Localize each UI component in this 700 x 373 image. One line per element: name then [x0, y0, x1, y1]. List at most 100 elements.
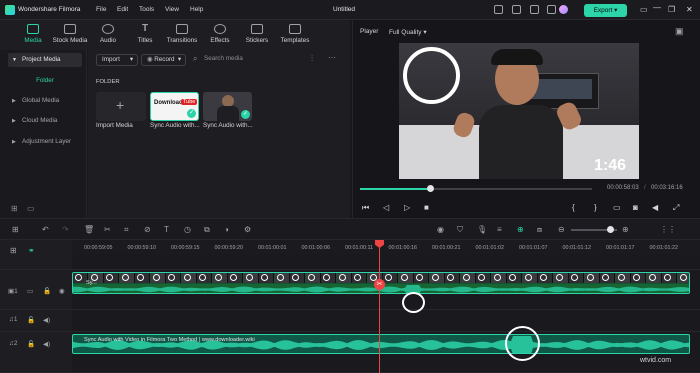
tab-media-label: Media — [24, 37, 42, 44]
media-thumbnail-1[interactable]: Download Tube ✓ — [150, 92, 199, 121]
zoom-slider-handle[interactable] — [607, 226, 614, 233]
snap-icon[interactable]: ⊕ — [517, 225, 524, 234]
filter-icon[interactable]: ⫶ — [311, 54, 313, 64]
tab-transitions[interactable]: Transitions — [161, 24, 203, 44]
menu-view[interactable]: View — [165, 6, 179, 13]
play-icon[interactable]: ▷ — [404, 203, 410, 212]
frame-ring — [478, 274, 485, 281]
record-dropdown[interactable]: ◉ Record ▾ — [141, 54, 186, 66]
text-icon[interactable]: T — [164, 225, 169, 234]
tab-templates[interactable]: Templates — [274, 24, 316, 44]
minimize-icon[interactable]: — — [653, 3, 661, 12]
tab-stickers[interactable]: Stickers — [236, 24, 278, 44]
timeline-header-top — [0, 240, 72, 270]
marker-icon[interactable]: ⛉ — [457, 225, 463, 235]
sidebar-item-cloud-media[interactable]: ▶ Cloud Media — [8, 114, 82, 128]
cloud-save-icon[interactable] — [512, 5, 521, 14]
add-track-icon[interactable]: ⊞ — [10, 246, 17, 255]
auto-ripple-icon[interactable]: ⧈ — [537, 225, 542, 235]
tab-effects[interactable]: Effects — [199, 24, 241, 44]
color-icon[interactable]: ◑ — [224, 225, 229, 234]
folder-icon[interactable]: ▭ — [27, 287, 33, 295]
frame-ring — [617, 274, 625, 281]
scrubber-handle[interactable] — [426, 185, 434, 192]
audio-track-1-number: 1 — [13, 316, 18, 323]
lock-icon[interactable]: 🔓 — [43, 287, 51, 295]
camera-icon[interactable]: ◙ — [633, 203, 638, 212]
previous-frame-icon[interactable]: ⏮ — [362, 203, 369, 213]
sidebar-item-folder[interactable]: Folder — [8, 77, 82, 84]
undo-icon[interactable]: ↶ — [42, 225, 49, 234]
folder-icon[interactable]: ▭ — [27, 204, 35, 213]
frame-ring — [462, 274, 470, 281]
menu-edit[interactable]: Edit — [117, 6, 128, 13]
tab-audio[interactable]: Audio — [87, 24, 129, 44]
cut-icon[interactable]: ✂ — [104, 225, 111, 234]
delete-icon[interactable]: 🗑 — [84, 225, 94, 234]
headphones-icon[interactable] — [547, 5, 556, 14]
filmstrip-frame — [631, 273, 646, 283]
playhead-line[interactable] — [379, 240, 380, 373]
fullscreen-icon[interactable]: ⤢ — [673, 203, 679, 213]
menu-file[interactable]: File — [96, 6, 106, 13]
avatar[interactable] — [559, 5, 568, 14]
display-icon[interactable]: ▭ — [613, 203, 621, 212]
sidebar-item-global-media[interactable]: ▶ Global Media — [8, 94, 82, 108]
sidebar-item-project-media[interactable]: ▼ Project Media — [8, 53, 82, 67]
close-icon[interactable]: ✕ — [686, 5, 693, 14]
filmstrip-frame — [491, 273, 507, 283]
tab-media[interactable]: Media — [12, 24, 54, 44]
search-input[interactable]: Search media — [204, 55, 243, 62]
frame-ring — [416, 274, 423, 281]
layout-icon[interactable]: ▭ — [640, 5, 648, 14]
speaker-icon[interactable]: ◀) — [43, 340, 50, 348]
restore-icon[interactable]: ❐ — [668, 5, 675, 14]
tab-titles[interactable]: T Titles — [124, 24, 166, 45]
lock-icon[interactable]: 🔓 — [27, 316, 35, 324]
grip-icon[interactable]: ⋮⋮ — [660, 225, 676, 234]
frame-ring — [75, 274, 82, 281]
frame-ring — [230, 274, 237, 281]
export-button[interactable]: Export ▾ — [584, 4, 627, 17]
quality-dropdown[interactable]: Full Quality ▾ — [389, 28, 427, 36]
frame-ring — [183, 274, 191, 281]
play-back-icon[interactable]: ◁ — [383, 203, 389, 212]
import-dropdown[interactable]: Import ▾ — [96, 54, 138, 66]
crop-icon[interactable]: ⌗ — [124, 225, 129, 235]
speaker-icon[interactable]: ◀) — [43, 316, 50, 324]
menu-help[interactable]: Help — [190, 6, 203, 13]
zoom-in-icon[interactable]: ⊕ — [622, 225, 629, 234]
adjust-icon[interactable]: ⧉ — [204, 225, 210, 235]
audio-mixer-icon[interactable]: ≡ — [497, 225, 502, 234]
sidebar-item-adjustment-layer[interactable]: ▶ Adjustment Layer — [8, 135, 82, 149]
zoom-out-icon[interactable]: ⊖ — [558, 225, 565, 234]
disable-icon[interactable]: ⊘ — [144, 225, 151, 234]
thumbnail-tube-badge: Tube — [181, 99, 198, 105]
snapshot-icon[interactable]: ▣ — [675, 26, 684, 37]
import-media-tile[interactable]: + — [96, 92, 146, 121]
mark-in-icon[interactable]: { — [572, 203, 575, 212]
filmstrip-frame — [274, 273, 290, 283]
media-thumbnail-2[interactable]: ✓ — [203, 92, 252, 121]
split-marker-icon[interactable]: ✂ — [374, 279, 385, 290]
more-options-icon[interactable]: ··· — [328, 53, 336, 62]
eye-icon[interactable]: ◉ — [59, 287, 65, 295]
menu-tools[interactable]: Tools — [139, 6, 154, 13]
microphone-icon[interactable]: 🎙 — [477, 225, 487, 234]
stop-icon[interactable]: ■ — [424, 203, 429, 212]
tab-stock-media[interactable]: Stock Media — [49, 24, 91, 44]
save-icon[interactable] — [530, 5, 539, 14]
redo-icon[interactable]: ↷ — [62, 225, 69, 234]
player-tab[interactable]: Player — [360, 28, 378, 35]
more-tools-icon[interactable]: ⚙ — [244, 225, 251, 234]
volume-icon[interactable]: ◀ — [652, 203, 658, 212]
filmstrip-frame — [150, 273, 166, 283]
speed-icon[interactable]: ◷ — [184, 225, 191, 234]
layout-grid-icon[interactable]: ⊞ — [12, 225, 19, 234]
new-folder-icon[interactable]: ⊞ — [11, 204, 18, 213]
lock-icon[interactable]: 🔓 — [27, 340, 35, 348]
link-icon[interactable]: ⚭ — [28, 246, 35, 255]
mark-out-icon[interactable]: } — [594, 203, 597, 212]
monitor-icon[interactable] — [494, 5, 503, 14]
render-icon[interactable]: ◉ — [437, 225, 444, 234]
